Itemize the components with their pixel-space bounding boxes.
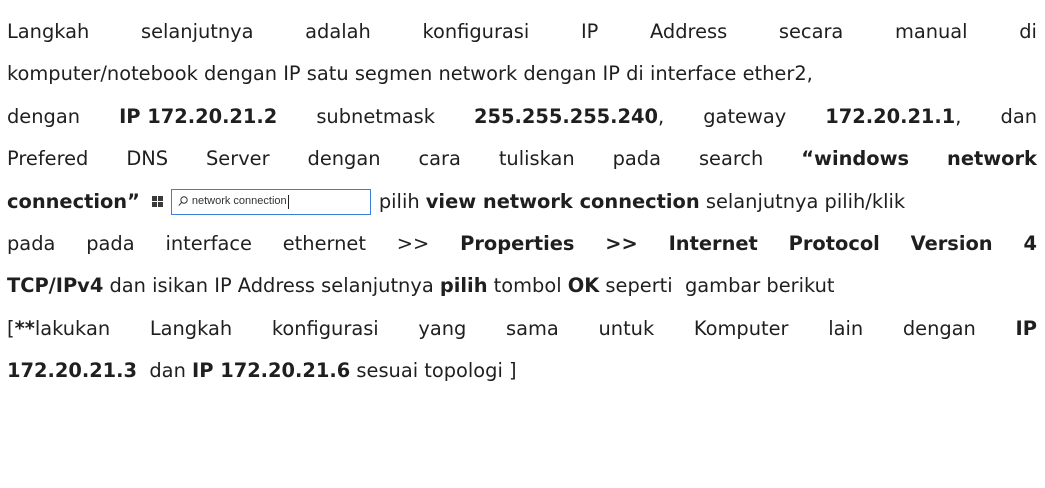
subnet-mask: 255.255.255.240	[474, 104, 659, 128]
word: “windows	[801, 147, 910, 171]
word: dan	[1000, 104, 1037, 128]
word: 4	[1023, 231, 1037, 255]
word: yang	[418, 316, 467, 340]
word: IP 172.20.21.2	[119, 96, 277, 138]
windows-logo-icon	[151, 196, 163, 208]
paragraph-line-9: 172.20.21.3 dan IP 172.20.21.6 sesuai to…	[7, 359, 517, 383]
word: [**lakukan	[7, 316, 111, 340]
word: adalah	[305, 20, 371, 43]
word: subnetmask	[316, 104, 435, 128]
word: di	[1019, 20, 1037, 43]
line-text: komputer/notebook dengan IP satu segmen …	[7, 62, 813, 86]
paragraph-line-7: TCP/IPv4 dan isikan IP Address selanjutn…	[7, 274, 835, 298]
word: Server	[206, 147, 270, 171]
word: DNS	[126, 147, 169, 171]
word: untuk	[598, 316, 655, 340]
word: Address	[650, 20, 728, 43]
word: Properties	[460, 231, 575, 255]
word: dengan	[902, 316, 976, 340]
word: search	[698, 147, 764, 171]
word: Internet	[668, 231, 758, 255]
word: >>	[396, 231, 430, 255]
word: interface	[165, 231, 252, 255]
document-paragraph: Langkah selanjutnya adalah konfigurasi I…	[7, 11, 1037, 393]
word: cara	[418, 147, 461, 171]
paragraph-line-1: Langkah selanjutnya adalah konfigurasi I…	[7, 11, 1037, 53]
paragraph-line-3: dengan IP 172.20.21.2 subnetmask 255.255…	[7, 96, 1037, 138]
search-query-text: network connection	[191, 195, 287, 208]
word: secara	[778, 20, 844, 43]
word: konfigurasi	[422, 20, 530, 43]
paragraph-line-5: connection” network connection pilih vie…	[7, 181, 1037, 223]
word: Langkah	[149, 316, 233, 340]
word: >>	[605, 231, 638, 255]
word: 255.255.255.240,	[474, 104, 665, 128]
word: konfigurasi	[271, 316, 379, 340]
word: manual	[894, 20, 968, 43]
paragraph-line-6: pada pada interface ethernet >> Properti…	[7, 223, 1037, 265]
word: sama	[506, 316, 559, 340]
word: pada	[86, 231, 135, 255]
word: Komputer	[693, 316, 789, 340]
word: dengan	[7, 104, 81, 128]
word: Version	[910, 231, 993, 255]
word: ethernet	[282, 231, 366, 255]
word: dengan	[307, 147, 381, 171]
word: Prefered	[7, 147, 89, 171]
word: selanjutnya	[140, 20, 254, 43]
ip-address: IP 172.20.21.2	[119, 104, 278, 128]
word: Protocol	[788, 231, 880, 255]
word: lain	[828, 316, 864, 340]
text-caret	[287, 194, 289, 209]
word: Langkah	[7, 20, 90, 43]
search-icon	[178, 196, 188, 207]
paragraph-line-4: Prefered DNS Server dengan cara tuliskan…	[7, 138, 1037, 180]
word: gateway	[703, 104, 787, 128]
word: IP	[580, 20, 599, 43]
paragraph-line-2: komputer/notebook dengan IP satu segmen …	[7, 53, 1037, 95]
word: tuliskan	[498, 147, 575, 171]
search-term-end: connection”	[7, 189, 140, 213]
windows-search-box[interactable]: network connection	[170, 188, 371, 215]
instruction-text: pilih view network connection selanjutny…	[378, 189, 906, 213]
word: 172.20.21.1,	[825, 104, 962, 128]
word: pada	[7, 231, 56, 255]
gateway-address: 172.20.21.1	[825, 104, 956, 128]
paragraph-line-8: [**lakukan Langkah konfigurasi yang sama…	[7, 308, 1037, 350]
word: IP	[1015, 316, 1037, 340]
word: pada	[612, 147, 661, 171]
word: network	[947, 147, 1037, 171]
